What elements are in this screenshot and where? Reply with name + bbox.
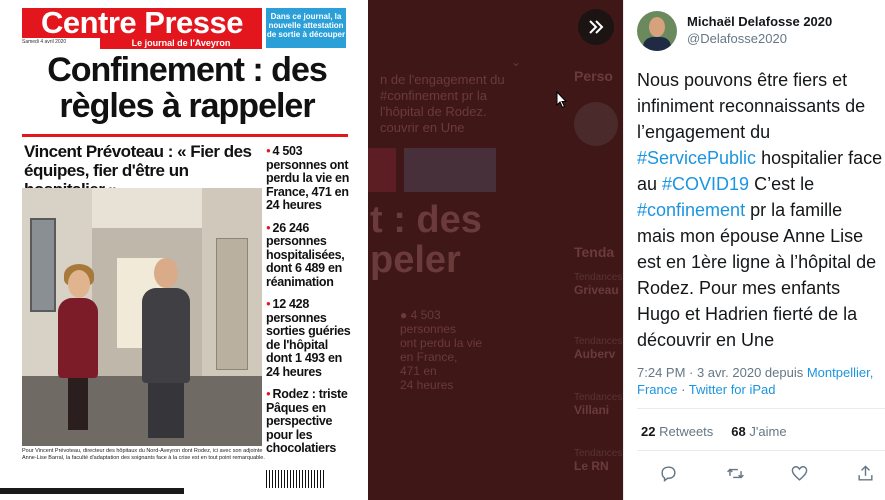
double-chevron-right-icon	[589, 20, 604, 34]
cover-photo	[22, 188, 262, 446]
ghost-trend-item: Tendances Villani	[574, 392, 623, 417]
heart-icon	[791, 465, 807, 481]
date-line: Samedi 4 avril 2020	[22, 39, 67, 45]
retweet-icon	[726, 468, 744, 478]
headline: Confinement : des règles à rappeler	[47, 51, 328, 125]
retweets-count-link[interactable]: 22 Retweets	[641, 424, 713, 439]
red-rule	[22, 134, 348, 137]
divider	[637, 450, 885, 451]
stat-item: Rodez : triste Pâques en perspective pou…	[266, 387, 356, 456]
ghost-trend-item: Tendances Auberv	[574, 336, 623, 361]
ghost-stats: ● 4 503 personnes ont perdu la vie en Franc…	[400, 308, 483, 392]
stat-item: 4 503 personnes ont perdu la vie en Fran…	[266, 144, 356, 213]
ghost-sidebar-heading: Perso	[574, 68, 613, 84]
user-handle[interactable]: @Delafosse2020	[687, 31, 787, 46]
image-bottom-bar	[0, 488, 184, 494]
stat-item: 26 246 personnes hospitalisées, dont 6 4…	[266, 221, 356, 290]
masthead-subtitle: Le journal de l'Aveyron	[100, 38, 262, 49]
retweet-button[interactable]	[720, 458, 750, 488]
ghost-headline: t : des peler	[370, 199, 482, 281]
photo-caption: Pour Vincent Prévoteau, directeur des hô…	[22, 448, 265, 461]
like-button[interactable]	[784, 458, 814, 488]
tweet-panel: Michaël Delafosse 2020 @Delafosse2020 No…	[623, 0, 885, 500]
reply-button[interactable]	[653, 458, 683, 488]
tweet-timestamp[interactable]: 7:24 PM · 3 avr. 2020 depuis	[637, 365, 807, 380]
ghost-text: n de l'engagement du #confinement pr la l'…	[380, 72, 505, 135]
divider	[637, 408, 885, 409]
display-name[interactable]: Michaël Delafosse 2020	[687, 14, 832, 29]
masthead-title: Centre Presse	[40, 5, 244, 40]
mouse-cursor-icon	[556, 91, 568, 109]
hashtag-link[interactable]: #ServicePublic	[637, 148, 756, 168]
newspaper-image[interactable]: Centre Presse Le journal de l'Aveyron Sa…	[0, 0, 368, 500]
ghost-trend-item: Tendances Griveau	[574, 272, 623, 297]
ghost-trend-item: Tendances Le RN	[574, 448, 623, 473]
barcode	[266, 470, 326, 488]
tweet-meta: 7:24 PM · 3 avr. 2020 depuis Montpellier…	[637, 365, 874, 397]
promo-box: Dans ce journal, la nouvelle attestation…	[266, 8, 346, 48]
ghost-red-block	[368, 148, 396, 192]
engagement-counts: 22 Retweets 68 J'aime	[641, 424, 787, 439]
ghost-blue-block	[404, 148, 496, 192]
avatar[interactable]	[637, 11, 677, 51]
ghost-avatar	[574, 102, 618, 146]
hashtag-link[interactable]: #COVID19	[662, 174, 749, 194]
likes-count-link[interactable]: 68 J'aime	[731, 424, 786, 439]
reply-icon	[660, 465, 676, 482]
ghost-trends-heading: Tenda	[574, 244, 615, 260]
share-icon	[857, 464, 873, 481]
dimmed-background[interactable]: n de l'engagement du #confinement pr la l'…	[368, 0, 623, 500]
source-link[interactable]: Twitter for iPad	[689, 382, 776, 397]
expand-panel-button[interactable]	[578, 9, 614, 45]
tweet-actions	[624, 458, 885, 488]
stat-item: 12 428 personnes sorties guéries de l'hô…	[266, 297, 356, 379]
newspaper-masthead: Centre Presse	[22, 5, 262, 40]
ghost-chevron-down-icon: ⌄	[511, 55, 522, 69]
share-button[interactable]	[850, 458, 880, 488]
stats-column: 4 503 personnes ont perdu la vie en Fran…	[266, 144, 356, 464]
hashtag-link[interactable]: #confinement	[637, 200, 745, 220]
tweet-text: Nous pouvons être fiers et infiniment re…	[637, 70, 883, 350]
